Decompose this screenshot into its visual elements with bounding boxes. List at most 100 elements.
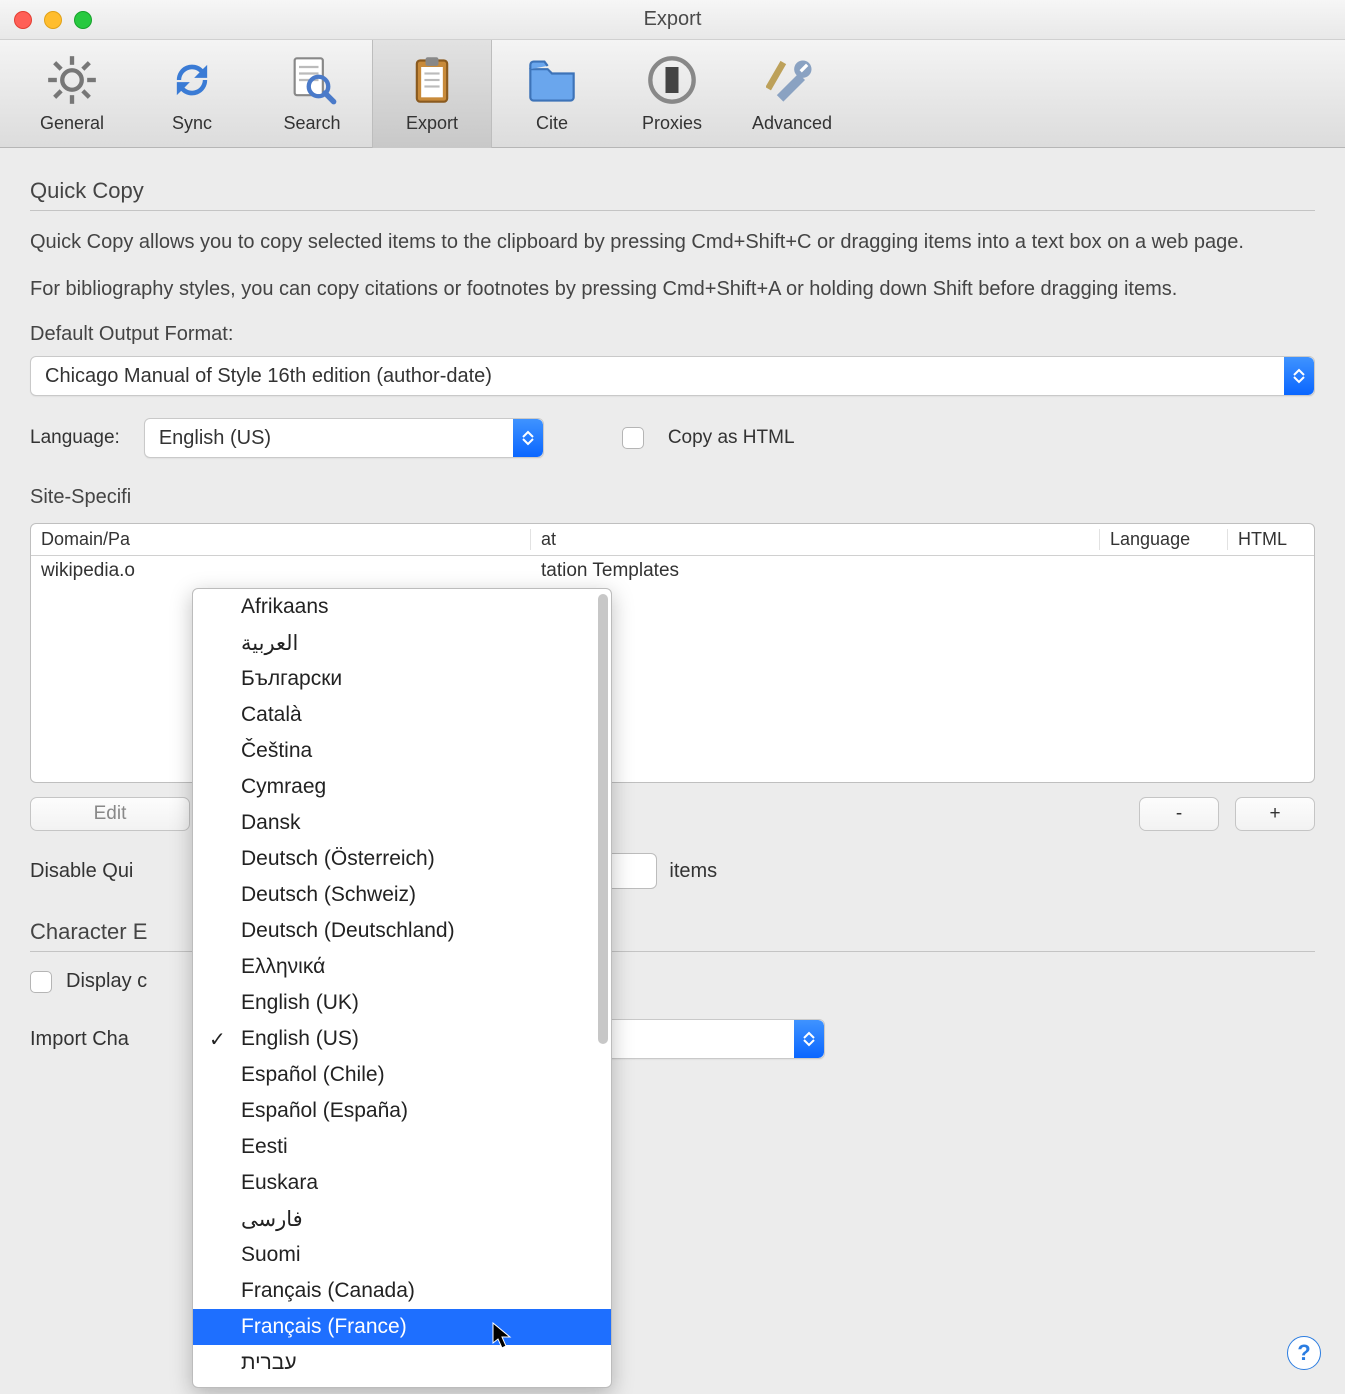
- col-language[interactable]: Language: [1100, 529, 1228, 550]
- copy-html-label: Copy as HTML: [668, 427, 795, 449]
- dropdown-item[interactable]: Français (Canada): [193, 1273, 611, 1309]
- dropdown-item-label: Ελληνικά: [241, 955, 325, 979]
- quickcopy-description-2: For bibliography styles, you can copy ci…: [30, 276, 1315, 303]
- disable-quickcopy-label: Disable Qui: [30, 860, 133, 883]
- preferences-toolbar: General Sync Search Export Cite Proxies …: [0, 40, 1345, 148]
- cell-html: [1228, 560, 1314, 582]
- select-arrows-icon: [513, 419, 543, 457]
- tab-label: Search: [283, 113, 340, 134]
- dropdown-item[interactable]: עברית: [193, 1345, 611, 1381]
- dropdown-item-label: Eesti: [241, 1135, 288, 1159]
- tab-label: Export: [406, 113, 458, 134]
- copy-html-checkbox[interactable]: [622, 427, 644, 449]
- default-output-label: Default Output Format:: [30, 323, 1315, 346]
- select-value: Chicago Manual of Style 16th edition (au…: [31, 365, 1284, 388]
- dropdown-item[interactable]: العربية: [193, 625, 611, 661]
- tab-export[interactable]: Export: [372, 40, 492, 148]
- tab-search[interactable]: Search: [252, 40, 372, 148]
- col-html[interactable]: HTML: [1228, 529, 1314, 550]
- cell-format: tation Templates: [531, 560, 1100, 582]
- items-label: items: [669, 860, 717, 883]
- default-output-select[interactable]: Chicago Manual of Style 16th edition (au…: [30, 356, 1315, 396]
- edit-button[interactable]: Edit: [30, 797, 190, 831]
- table-header: Domain/Pa at Language HTML: [31, 524, 1314, 556]
- import-encoding-label: Import Cha: [30, 1028, 129, 1051]
- select-arrows-icon: [794, 1020, 824, 1058]
- table-row[interactable]: wikipedia.o tation Templates: [31, 556, 1314, 586]
- add-button[interactable]: +: [1235, 797, 1315, 831]
- tab-advanced[interactable]: Advanced: [732, 40, 852, 148]
- dropdown-item[interactable]: Deutsch (Österreich): [193, 841, 611, 877]
- dropdown-item-label: Cymraeg: [241, 775, 326, 799]
- tab-general[interactable]: General: [12, 40, 132, 148]
- col-domain[interactable]: Domain/Pa: [31, 529, 531, 550]
- dropdown-item[interactable]: Français (France): [193, 1309, 611, 1345]
- dropdown-item[interactable]: Български: [193, 661, 611, 697]
- col-format[interactable]: at: [531, 529, 1100, 550]
- cursor-icon: [492, 1322, 514, 1350]
- dropdown-item[interactable]: English (UK): [193, 985, 611, 1021]
- tab-label: Advanced: [752, 113, 832, 134]
- dropdown-item-label: Български: [241, 667, 342, 691]
- titlebar: Export: [0, 0, 1345, 40]
- dropdown-scrollbar[interactable]: [598, 594, 608, 1044]
- dropdown-item-label: Dansk: [241, 811, 301, 835]
- dropdown-item-label: Español (España): [241, 1099, 408, 1123]
- dropdown-item-label: English (UK): [241, 991, 359, 1015]
- quickcopy-description-1: Quick Copy allows you to copy selected i…: [30, 229, 1315, 256]
- dropdown-item[interactable]: Català: [193, 697, 611, 733]
- dropdown-item-label: Deutsch (Deutschland): [241, 919, 455, 943]
- clipboard-icon: [406, 54, 458, 106]
- search-doc-icon: [286, 54, 338, 106]
- dropdown-item[interactable]: Deutsch (Deutschland): [193, 913, 611, 949]
- dropdown-item[interactable]: Eesti: [193, 1129, 611, 1165]
- tab-label: Sync: [172, 113, 212, 134]
- gear-icon: [46, 54, 98, 106]
- folder-icon: [526, 54, 578, 106]
- tab-sync[interactable]: Sync: [132, 40, 252, 148]
- dropdown-item-label: Deutsch (Österreich): [241, 847, 435, 871]
- dropdown-item[interactable]: Suomi: [193, 1237, 611, 1273]
- cell-language: [1100, 560, 1228, 582]
- dropdown-item[interactable]: Ελληνικά: [193, 949, 611, 985]
- language-label: Language:: [30, 427, 120, 449]
- close-window-button[interactable]: [14, 11, 32, 29]
- dropdown-item[interactable]: فارسی: [193, 1201, 611, 1237]
- dropdown-item[interactable]: Español (España): [193, 1093, 611, 1129]
- tab-label: Proxies: [642, 113, 702, 134]
- dropdown-item[interactable]: Euskara: [193, 1165, 611, 1201]
- dropdown-item-label: العربية: [241, 631, 298, 656]
- select-value: English (US): [145, 427, 513, 450]
- display-option-label: Display c: [66, 970, 147, 993]
- dropdown-item[interactable]: Dansk: [193, 805, 611, 841]
- dropdown-item-label: Català: [241, 703, 302, 727]
- dropdown-item[interactable]: Čeština: [193, 733, 611, 769]
- help-button[interactable]: ?: [1287, 1336, 1321, 1370]
- dropdown-item[interactable]: Cymraeg: [193, 769, 611, 805]
- proxies-icon: [646, 54, 698, 106]
- dropdown-item[interactable]: Español (Chile): [193, 1057, 611, 1093]
- quickcopy-heading: Quick Copy: [30, 178, 1315, 204]
- tab-cite[interactable]: Cite: [492, 40, 612, 148]
- remove-button[interactable]: -: [1139, 797, 1219, 831]
- dropdown-item-label: Français (France): [241, 1315, 407, 1339]
- window-controls: [14, 11, 92, 29]
- language-dropdown-menu[interactable]: Afrikaans العربية Български Català Čeština Cy…: [192, 588, 612, 1388]
- divider: [30, 210, 1315, 211]
- dropdown-item[interactable]: ✓English (US): [193, 1021, 611, 1057]
- tab-label: Cite: [536, 113, 568, 134]
- minimize-window-button[interactable]: [44, 11, 62, 29]
- dropdown-item-label: Afrikaans: [241, 595, 329, 619]
- display-option-checkbox[interactable]: [30, 971, 52, 993]
- dropdown-item[interactable]: Afrikaans: [193, 589, 611, 625]
- maximize-window-button[interactable]: [74, 11, 92, 29]
- tab-proxies[interactable]: Proxies: [612, 40, 732, 148]
- tab-label: General: [40, 113, 104, 134]
- dropdown-item-label: עברית: [241, 1351, 297, 1375]
- tools-icon: [766, 54, 818, 106]
- dropdown-item[interactable]: Deutsch (Schweiz): [193, 877, 611, 913]
- check-icon: ✓: [209, 1027, 226, 1052]
- language-select[interactable]: English (US): [144, 418, 544, 458]
- dropdown-item-label: Français (Canada): [241, 1279, 415, 1303]
- dropdown-item-label: Euskara: [241, 1171, 318, 1195]
